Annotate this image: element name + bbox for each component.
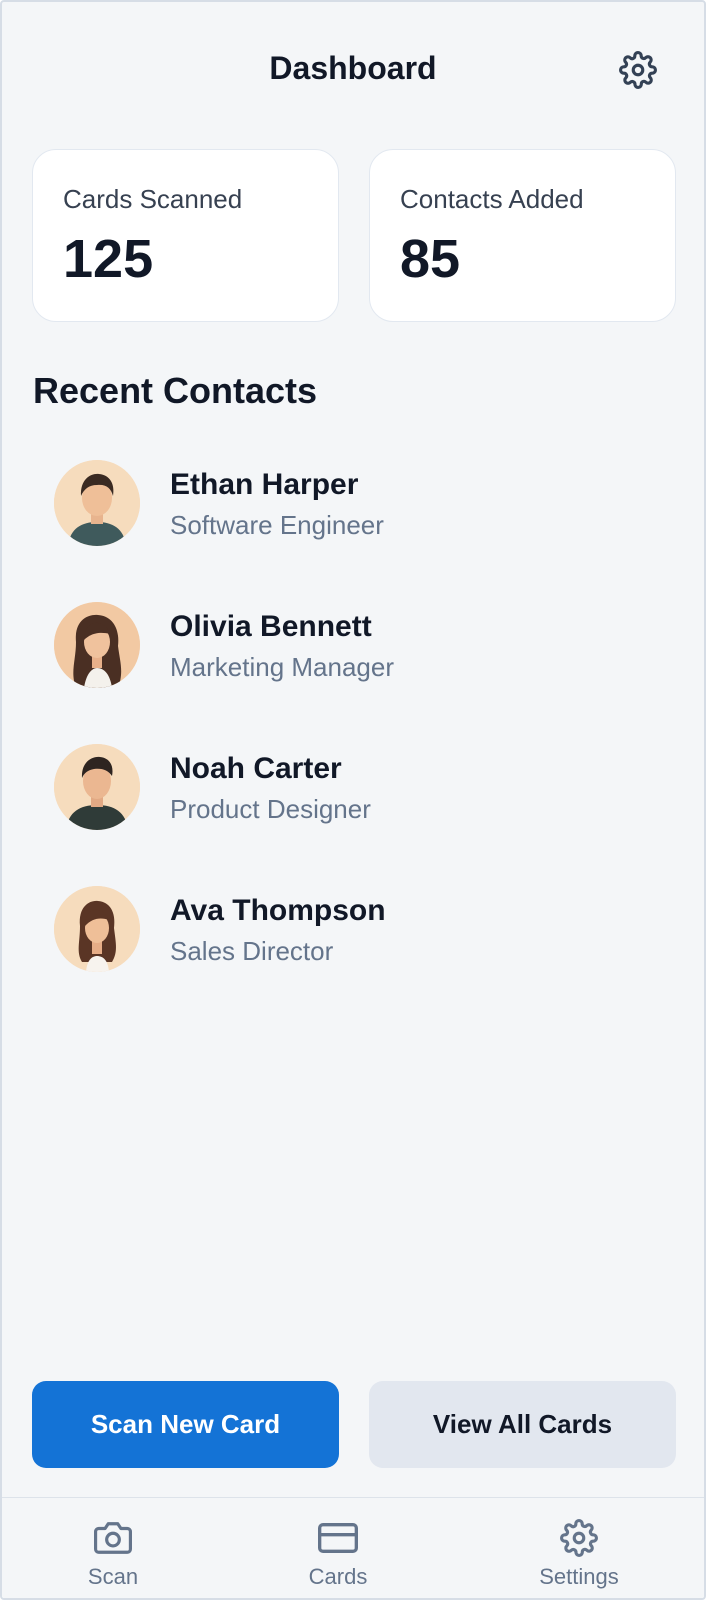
nav-item-settings[interactable]: Settings [499,1498,659,1598]
stat-value: 125 [63,229,154,289]
contact-name: Ethan Harper [170,468,359,501]
scan-new-card-button[interactable]: Scan New Card [32,1381,339,1468]
bottom-nav: Scan Cards Settings [2,1497,704,1598]
section-title: Recent Contacts [33,370,318,411]
contact-role: Marketing Manager [170,652,394,682]
card-icon [318,1518,358,1558]
nav-label: Settings [539,1564,619,1589]
contact-name: Ava Thompson [170,894,386,927]
header: Dashboard [2,2,704,132]
contact-name: Olivia Bennett [170,610,372,643]
stat-label: Cards Scanned [63,184,243,214]
cards-scanned-card: Cards Scanned 125 [32,149,339,322]
page-title: Dashboard [269,50,437,86]
avatar [54,744,140,830]
nav-item-cards[interactable]: Cards [258,1498,418,1598]
dashboard-screen: Dashboard Cards Scanned 125 Contacts Add… [0,0,706,1600]
contact-item[interactable]: Ava Thompson Sales Director [32,874,672,994]
gear-icon [619,51,657,89]
avatar [54,886,140,972]
avatar [54,460,140,546]
contact-name: Noah Carter [170,752,342,785]
avatar [54,602,140,688]
camera-icon [93,1518,133,1558]
nav-item-scan[interactable]: Scan [33,1498,193,1598]
contacts-added-card: Contacts Added 85 [369,149,676,322]
view-all-cards-button[interactable]: View All Cards [369,1381,676,1468]
contact-item[interactable]: Olivia Bennett Marketing Manager [32,590,672,710]
stat-label: Contacts Added [400,184,584,214]
nav-label: Cards [308,1564,368,1589]
contact-role: Sales Director [170,936,334,966]
contact-item[interactable]: Noah Carter Product Designer [32,732,672,852]
nav-label: Scan [87,1564,139,1589]
gear-icon [559,1518,599,1558]
contact-item[interactable]: Ethan Harper Software Engineer [32,448,672,568]
stat-value: 85 [400,229,461,289]
settings-button[interactable] [614,46,662,94]
contact-role: Software Engineer [170,510,384,540]
contact-role: Product Designer [170,794,371,824]
